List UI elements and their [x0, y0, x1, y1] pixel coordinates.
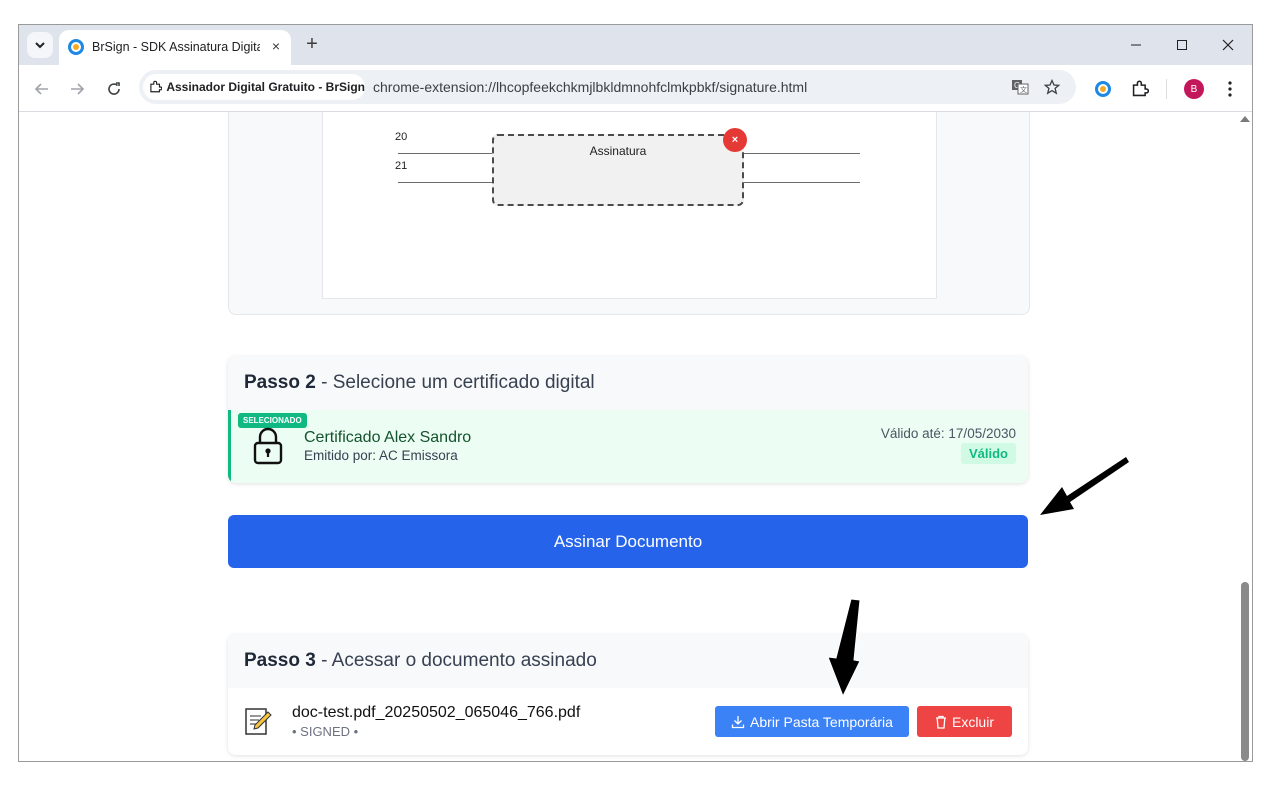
scrollbar-thumb[interactable] — [1241, 582, 1249, 761]
certificate-item[interactable]: SELECIONADO Certificado Alex Sandro Emit… — [228, 410, 1028, 483]
delete-button[interactable]: Excluir — [917, 706, 1012, 737]
close-window-button[interactable] — [1210, 33, 1246, 57]
site-info-chip[interactable]: Assinador Digital Gratuito - BrSign — [143, 74, 365, 100]
step2-title: - Selecione um certificado digital — [315, 372, 595, 393]
scroll-up-icon[interactable] — [1240, 116, 1250, 122]
line-number: 20 — [395, 131, 408, 143]
certificate-issuer: Emitido por: AC Emissora — [304, 448, 458, 463]
step3-card: Passo 3 - Acessar o documento assinado d… — [228, 634, 1028, 755]
brsign-extension-button[interactable] — [1091, 77, 1115, 101]
star-icon — [1044, 79, 1060, 95]
open-temp-folder-label: Abrir Pasta Temporária — [750, 713, 893, 730]
page-scrollbar[interactable] — [1238, 112, 1252, 761]
step3-header: Passo 3 - Acessar o documento assinado — [228, 634, 1028, 689]
svg-text:文: 文 — [1020, 85, 1027, 94]
line-number: 21 — [395, 160, 408, 172]
extensions-puzzle-icon — [1132, 80, 1149, 97]
profile-avatar[interactable]: B — [1184, 79, 1204, 99]
document-edit-icon — [245, 708, 272, 735]
browser-toolbar: Assinador Digital Gratuito - BrSign chro… — [19, 65, 1252, 112]
download-icon — [731, 715, 745, 728]
step2-card: Passo 2 - Selecione um certificado digit… — [228, 356, 1028, 483]
signed-document-row: doc-test.pdf_20250502_065046_766.pdf • S… — [228, 688, 1028, 755]
document-preview-card: 20 21 Assinatura × — [228, 112, 1030, 315]
url-text[interactable]: chrome-extension://lhcopfeekchkmjlbkldmn… — [373, 79, 807, 95]
reload-button[interactable] — [102, 77, 126, 101]
step3-title: - Acessar o documento assinado — [315, 650, 597, 671]
tab-brsign[interactable]: BrSign - SDK Assinatura Digital × — [59, 30, 291, 65]
maximize-icon — [1177, 40, 1187, 50]
delete-label: Excluir — [951, 713, 994, 730]
tab-close-icon[interactable]: × — [266, 36, 286, 56]
minimize-button[interactable] — [1118, 33, 1154, 57]
browser-menu-button[interactable] — [1218, 77, 1242, 101]
chevron-down-icon — [35, 42, 45, 49]
page-content: 20 21 Assinatura × Passo 2 - Selecione u… — [19, 112, 1252, 761]
reload-icon — [108, 82, 120, 95]
certificate-status-badge: Válido — [960, 443, 1016, 464]
toolbar-separator — [1166, 79, 1167, 99]
trash-icon — [935, 715, 946, 729]
annotation-arrow-icon — [1040, 457, 1129, 515]
arrow-right-icon — [71, 83, 85, 95]
extensions-button[interactable] — [1128, 77, 1152, 101]
certificate-name: Certificado Alex Sandro — [304, 429, 472, 446]
sign-document-button[interactable]: Assinar Documento — [228, 515, 1028, 568]
selected-badge: SELECIONADO — [238, 413, 307, 428]
remove-signature-button[interactable]: × — [723, 128, 747, 152]
close-icon — [1222, 39, 1234, 51]
new-tab-button[interactable]: + — [301, 34, 323, 56]
tab-bar: BrSign - SDK Assinatura Digital × + — [19, 25, 1252, 65]
certificate-valid-until: Válido até: 17/05/2030 — [880, 426, 1016, 441]
document-filename: doc-test.pdf_20250502_065046_766.pdf — [292, 704, 581, 721]
lock-icon — [253, 427, 283, 465]
tab-search-button[interactable] — [27, 32, 53, 58]
maximize-button[interactable] — [1164, 33, 1200, 57]
arrow-left-icon — [34, 83, 48, 95]
brsign-extension-icon — [1095, 81, 1111, 97]
more-vertical-icon — [1228, 81, 1232, 97]
signature-label: Assinatura — [589, 144, 647, 158]
extension-puzzle-icon — [150, 80, 163, 93]
open-temp-folder-button[interactable]: Abrir Pasta Temporária — [715, 706, 909, 737]
document-status: • SIGNED • — [292, 724, 359, 739]
tab-title: BrSign - SDK Assinatura Digital — [92, 40, 260, 54]
translate-button[interactable]: G文 — [1009, 76, 1031, 98]
browser-window: BrSign - SDK Assinatura Digital × + Assi… — [18, 24, 1253, 762]
translate-icon: G文 — [1012, 80, 1029, 95]
site-chip-label: Assinador Digital Gratuito - BrSign — [166, 80, 365, 94]
step3-number: Passo 3 — [244, 650, 316, 671]
minimize-icon — [1131, 44, 1141, 46]
pdf-page: 20 21 Assinatura × — [322, 112, 937, 299]
step2-number: Passo 2 — [244, 372, 316, 393]
annotation-arrow-icon — [827, 598, 861, 698]
back-button[interactable] — [30, 77, 54, 101]
forward-button[interactable] — [65, 77, 89, 101]
bookmark-button[interactable] — [1041, 76, 1063, 98]
step2-header: Passo 2 - Selecione um certificado digit… — [228, 356, 1028, 411]
brsign-favicon-icon — [68, 39, 84, 55]
address-bar[interactable]: Assinador Digital Gratuito - BrSign chro… — [139, 70, 1076, 104]
signature-placeholder[interactable]: Assinatura — [492, 134, 744, 206]
